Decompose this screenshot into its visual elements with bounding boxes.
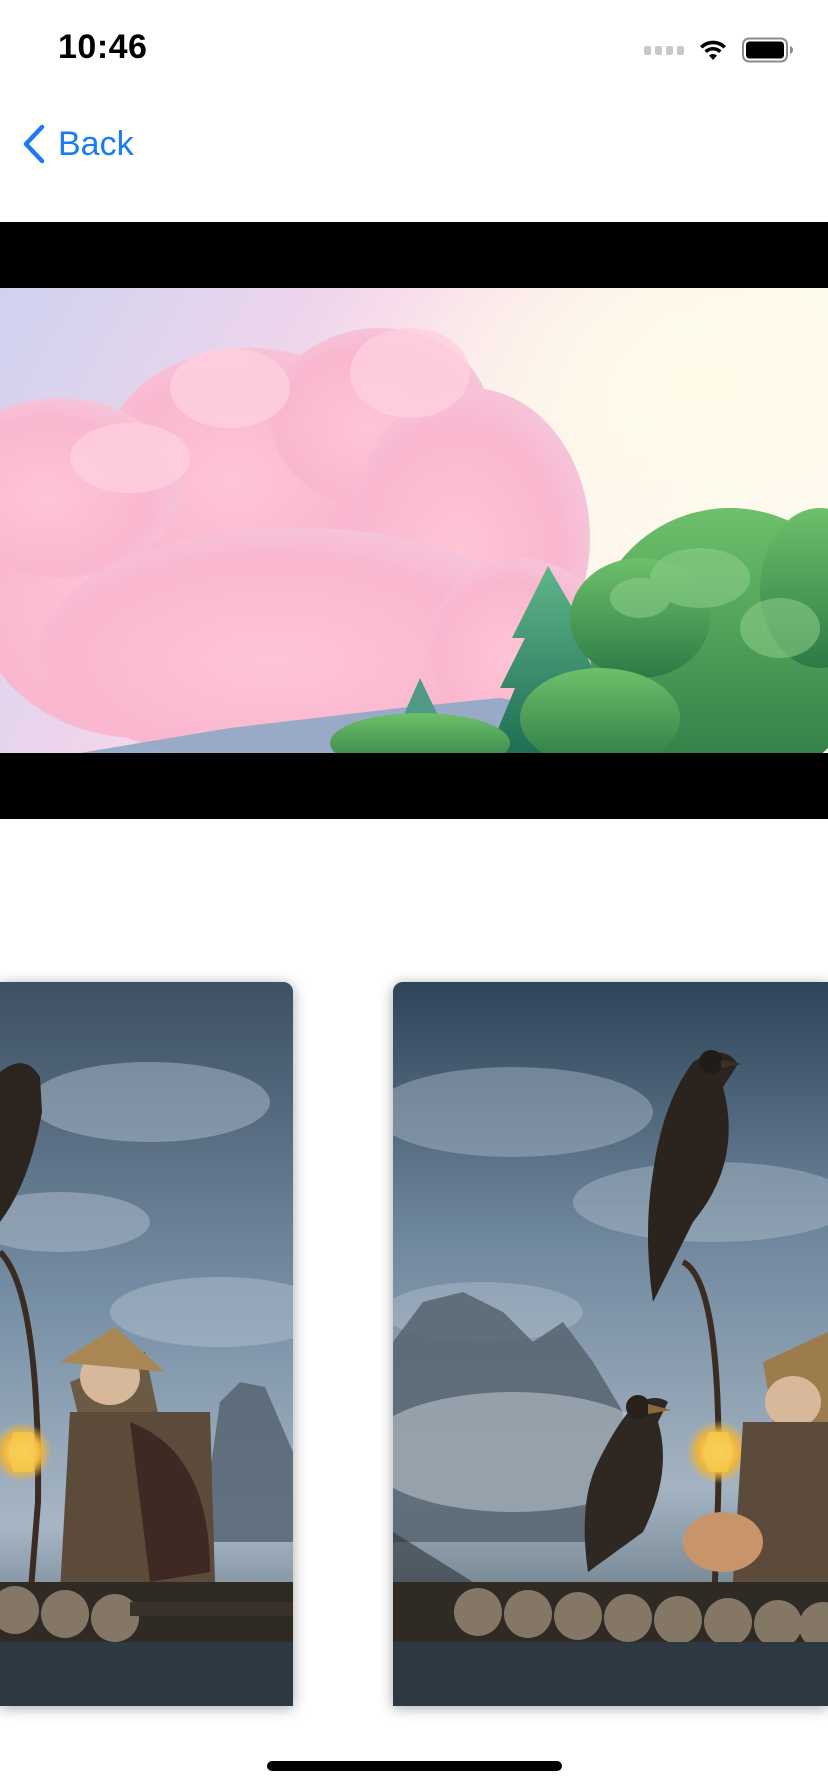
banner-image [0, 288, 828, 753]
carousel-card[interactable] [0, 982, 293, 1706]
video-player[interactable] [0, 222, 828, 819]
battery-icon [742, 37, 793, 63]
home-indicator[interactable] [267, 1761, 562, 1771]
status-time: 10:46 [58, 28, 148, 66]
carousel-card[interactable] [393, 982, 828, 1706]
back-button[interactable]: Back [22, 120, 134, 168]
status-bar: 10:46 [0, 0, 828, 100]
status-icons [644, 36, 794, 64]
chevron-left-icon [23, 124, 45, 164]
back-label: Back [58, 124, 134, 163]
wifi-icon [700, 40, 726, 60]
screen: 10:46 Back [0, 0, 828, 1792]
cellular-signal-icon [644, 45, 684, 55]
navigation-bar: Back [0, 100, 828, 188]
image-carousel[interactable] [0, 982, 828, 1708]
